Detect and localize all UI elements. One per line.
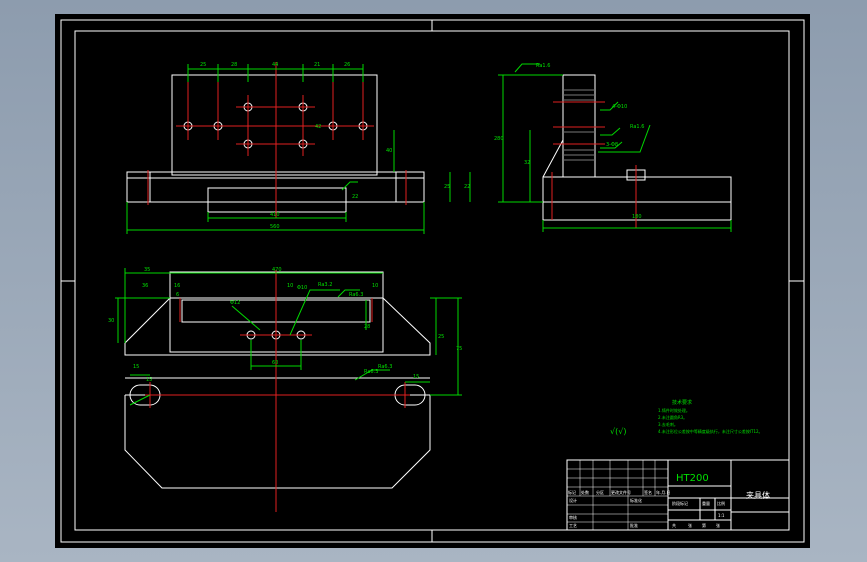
ra-plan-top: Ra3.2 — [318, 282, 332, 288]
cad-viewport[interactable]: 25 28 44 21 26 40 22 25 22 42 410 560 Ra… — [0, 0, 867, 562]
dim-21: 21 — [314, 62, 320, 68]
ra-plan-low: Ra6.3 — [378, 364, 392, 370]
dim-16: 16 — [174, 283, 180, 289]
dim-410: 410 — [270, 212, 280, 218]
ra-plan-right: Ra6.3 — [364, 369, 378, 375]
dim-35: 35 — [144, 267, 150, 273]
hole-callout-a: 4-Φ10 — [612, 104, 627, 110]
dim-6: 6 — [176, 292, 179, 298]
mid-weight: 重量 — [702, 500, 710, 506]
dim-25-b: 25 — [444, 184, 450, 190]
drawing-sheet — [55, 14, 810, 548]
dim-10-a: 10 — [287, 283, 293, 289]
roughness-general: √(√) — [610, 427, 626, 436]
material-label: HT200 — [676, 473, 709, 484]
sheet-unit-b: 张 — [716, 522, 720, 528]
dim-28-b: 28 — [364, 324, 370, 330]
sheet-total: 共 — [672, 522, 676, 528]
row-approve: 批准 — [630, 522, 638, 528]
dim-15-a: 15 — [133, 364, 139, 370]
col-count: 处数 — [581, 489, 589, 495]
col-zone: 分区 — [596, 489, 604, 495]
hole-plan-b: Φ10 — [297, 285, 307, 291]
dim-42: 42 — [315, 124, 321, 130]
dim-60: 60 — [272, 360, 278, 366]
part-name: 夹具体 — [746, 490, 770, 500]
row-process: 工艺 — [569, 523, 577, 528]
ra-plan-mid: Ra6.3 — [349, 292, 363, 298]
dim-40: 40 — [386, 148, 392, 154]
mid-scale: 比例 — [717, 500, 725, 506]
dim-15-c: 15 — [146, 377, 152, 383]
note-line-1: 1.铸件时效处理。 — [658, 407, 690, 413]
note-line-3: 3.去毛刺。 — [658, 421, 678, 427]
hole-callout-b: 3-Φ8 — [606, 142, 618, 148]
scale-value: 1:1 — [718, 513, 725, 518]
note-line-4: 4.未注形位公差按中等精度级执行，未注尺寸公差按IT12。 — [658, 428, 763, 434]
col-doc: 更改文件号 — [611, 489, 631, 495]
dim-560: 560 — [270, 224, 280, 230]
dim-25-c: 25 — [438, 334, 444, 340]
dim-36: 36 — [142, 283, 148, 289]
col-sign: 签名 — [644, 489, 652, 495]
dim-22-b: 22 — [464, 184, 470, 190]
dim-28: 28 — [231, 62, 237, 68]
sheet-unit-a: 张 — [688, 522, 692, 528]
dim-44: 44 — [272, 62, 278, 68]
col-date: 年.月.日 — [656, 489, 671, 495]
notes-heading: 技术要求 — [672, 399, 692, 406]
ra-side-right: Ra1.6 — [630, 124, 644, 130]
row-design: 设计 — [569, 497, 577, 503]
dim-180: 180 — [632, 214, 642, 220]
dim-22-a: 22 — [352, 194, 358, 200]
dim-10-b: 10 — [372, 283, 378, 289]
dim-26: 26 — [344, 62, 350, 68]
dim-32: 32 — [524, 160, 530, 166]
sheet-no: 第 — [702, 522, 706, 528]
engineering-drawing: 25 28 44 21 26 40 22 25 22 42 410 560 Ra… — [55, 14, 810, 548]
ra-side-top: Ra1.6 — [536, 63, 550, 69]
note-line-2: 2.未注圆角R3。 — [658, 414, 687, 420]
dim-25-a: 25 — [200, 62, 206, 68]
dim-15-b: 15 — [413, 374, 419, 380]
hole-plan: Φ12 — [230, 300, 240, 306]
dim-75: 75 — [456, 346, 462, 352]
mid-stage: 阶段标记 — [672, 500, 688, 506]
mid-standard: 标准化 — [630, 497, 642, 503]
col-mark: 标记 — [568, 489, 576, 495]
row-review: 审核 — [569, 514, 577, 520]
dim-280: 280 — [494, 136, 504, 142]
dim-470: 470 — [272, 267, 282, 273]
dim-30: 30 — [108, 318, 114, 324]
